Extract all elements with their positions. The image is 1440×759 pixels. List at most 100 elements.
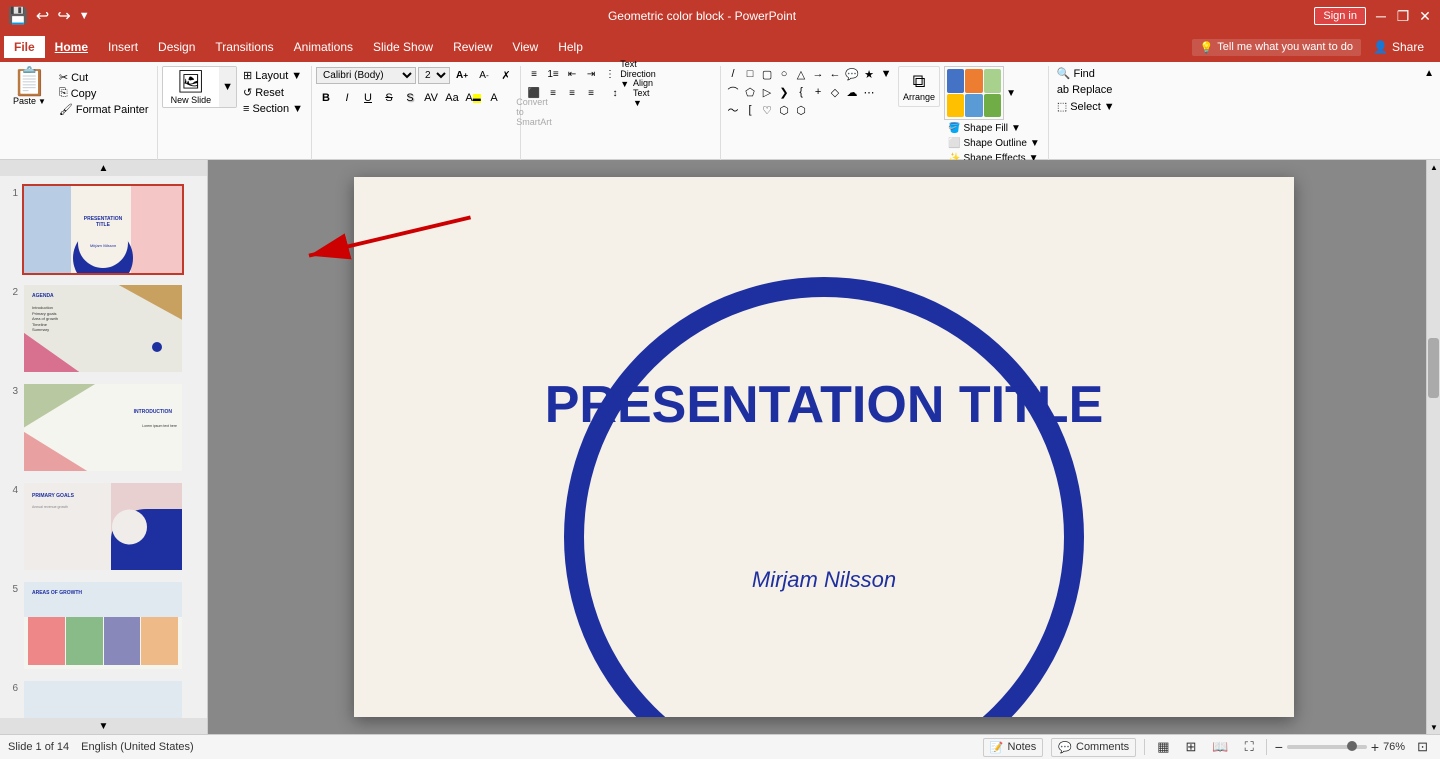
close-button[interactable]: ✕ — [1418, 9, 1432, 23]
shape-rounded-rect[interactable]: ▢ — [759, 66, 775, 82]
shape-brace[interactable]: { — [793, 84, 809, 100]
bold-button[interactable]: B — [316, 89, 336, 107]
change-case-button[interactable]: Aa — [442, 89, 462, 107]
shape-callout[interactable]: 💬 — [844, 66, 860, 82]
section-button[interactable]: ≡ Section ▼ — [239, 102, 307, 116]
format-painter-button[interactable]: 🖌 Format Painter — [55, 102, 153, 117]
cut-button[interactable]: ✂ Cut — [55, 70, 153, 85]
shape-outline-dropdown[interactable]: ▼ — [1030, 138, 1040, 149]
share-button[interactable]: 👤 Share — [1361, 36, 1436, 58]
slide-title[interactable]: PRESENTATION TITLE — [354, 377, 1294, 434]
minimize-button[interactable]: ─ — [1374, 9, 1388, 23]
slide-item[interactable]: 3 INTRODUCTION Lorem ipsum text here — [4, 382, 203, 473]
panel-scroll-down[interactable]: ▼ — [0, 718, 207, 734]
undo-icon[interactable]: ↩ — [36, 6, 49, 26]
text-shadow-button[interactable]: S — [400, 89, 420, 107]
shape-star[interactable]: ★ — [861, 66, 877, 82]
restore-button[interactable]: ❐ — [1396, 9, 1410, 23]
quick-styles-dropdown-icon[interactable]: ▼ — [1006, 88, 1016, 99]
shapes-more[interactable]: ▼ — [878, 66, 894, 82]
new-slide-button[interactable]: 🖼 New Slide ▼ — [162, 66, 237, 108]
fit-slide-button[interactable]: ⊡ — [1413, 738, 1432, 756]
scroll-track-vertical[interactable] — [1427, 174, 1440, 720]
slide-sorter-button[interactable]: ⊞ — [1181, 738, 1200, 756]
panel-scroll-up[interactable]: ▲ — [0, 160, 207, 176]
shape-outline-button[interactable]: ⬜ Shape Outline ▼ — [944, 137, 1044, 150]
find-button[interactable]: 🔍 Find — [1053, 66, 1099, 81]
menu-transitions[interactable]: Transitions — [205, 36, 283, 58]
shape-hexagon[interactable]: ⬡ — [776, 102, 792, 118]
slide-thumbnail[interactable]: PRIMARY GOALS Annual revenue growth — [22, 481, 184, 572]
reset-button[interactable]: ↺ Reset — [239, 85, 307, 100]
slide-subtitle[interactable]: Mirjam Nilsson — [354, 567, 1294, 593]
bullets-button[interactable]: ≡ — [525, 66, 543, 82]
select-button[interactable]: ⬚ Select ▼ — [1053, 99, 1119, 114]
slide-item[interactable]: 5 AREAS OF GROWTH — [4, 580, 203, 671]
customize-quick-access-icon[interactable]: ▼ — [79, 10, 90, 22]
slide-item[interactable]: 2 AGENDA IntroductionPrimary goalsArea o… — [4, 283, 203, 374]
quick-styles-grid[interactable] — [944, 66, 1004, 120]
shape-diamond[interactable]: ◇ — [827, 84, 843, 100]
slide-thumbnail[interactable]: AREAS OF GROWTH — [22, 580, 184, 671]
scroll-down-arrow[interactable]: ▼ — [1427, 720, 1440, 734]
font-name-select[interactable]: Calibri (Body) — [316, 67, 416, 84]
qs-item-6[interactable] — [984, 94, 1001, 118]
shape-fill-dropdown[interactable]: ▼ — [1011, 123, 1021, 134]
shape-fill-button[interactable]: 🪣 Shape Fill ▼ — [944, 122, 1044, 135]
font-size-select[interactable]: 24 — [418, 67, 450, 84]
reading-view-button[interactable]: 📖 — [1208, 738, 1232, 756]
shape-chevron[interactable]: ❯ — [776, 84, 792, 100]
shape-arrow-right[interactable]: → — [810, 66, 826, 82]
shape-heart[interactable]: ♡ — [759, 102, 775, 118]
shape-octagon[interactable]: ⬡ — [793, 102, 809, 118]
slide-thumbnail[interactable]: INTRODUCTION Lorem ipsum text here — [22, 382, 184, 473]
increase-indent-button[interactable]: ⇥ — [582, 66, 600, 82]
new-slide-dropdown[interactable]: ▼ — [219, 67, 236, 107]
menu-slideshow[interactable]: Slide Show — [363, 36, 443, 58]
shape-misc[interactable]: ⋯ — [861, 84, 877, 100]
slide-thumbnail[interactable]: PRESENTATIONTITLE Mirjam Nilsson — [22, 184, 184, 275]
select-dropdown[interactable]: ▼ — [1104, 101, 1115, 113]
shape-rect[interactable]: □ — [742, 66, 758, 82]
slide-panel-scroll[interactable]: 1 PRESENTATIONTITLE Mirjam Nilsson 2 — [0, 176, 207, 718]
arrange-button[interactable]: ⧉ Arrange — [898, 66, 940, 107]
menu-animations[interactable]: Animations — [284, 36, 363, 58]
qs-item-2[interactable] — [965, 69, 982, 93]
menu-search[interactable]: 💡 Tell me what you want to do — [1192, 39, 1361, 56]
increase-font-button[interactable]: A+ — [452, 66, 472, 84]
qs-item-3[interactable] — [984, 69, 1001, 93]
slide-thumbnail[interactable] — [22, 679, 184, 718]
scroll-thumb-vertical[interactable] — [1428, 338, 1439, 398]
menu-view[interactable]: View — [502, 36, 548, 58]
qs-item-1[interactable] — [947, 69, 964, 93]
col-button[interactable]: ⋮ — [601, 66, 619, 82]
shape-curve[interactable]: ⌒ — [725, 84, 741, 100]
shape-right-arrow[interactable]: ▷ — [759, 84, 775, 100]
shape-oval[interactable]: ○ — [776, 66, 792, 82]
slide-thumbnail[interactable]: AGENDA IntroductionPrimary goalsArea of … — [22, 283, 184, 374]
text-highlight-button[interactable]: A▬ — [463, 89, 483, 107]
decrease-font-button[interactable]: A- — [474, 66, 494, 84]
menu-insert[interactable]: Insert — [98, 36, 148, 58]
copy-button[interactable]: ⎘ Copy — [55, 86, 153, 101]
decrease-indent-button[interactable]: ⇤ — [563, 66, 581, 82]
replace-button[interactable]: ab Replace — [1053, 83, 1117, 97]
save-icon[interactable]: 💾 — [8, 6, 28, 26]
align-right-button[interactable]: ≡ — [563, 85, 581, 101]
slide-item[interactable]: 6 — [4, 679, 203, 718]
convert-smartart-button[interactable]: Convert to SmartArt — [525, 104, 543, 120]
canvas-scrollbar-vertical[interactable]: ▲ ▼ — [1426, 160, 1440, 734]
scroll-up-arrow[interactable]: ▲ — [1427, 160, 1440, 174]
menu-file[interactable]: File — [4, 36, 45, 58]
shape-line[interactable]: / — [725, 66, 741, 82]
new-slide-icon-area[interactable]: 🖼 New Slide — [163, 67, 220, 107]
zoom-in-icon[interactable]: + — [1371, 739, 1379, 755]
italic-button[interactable]: I — [337, 89, 357, 107]
character-spacing-button[interactable]: AV — [421, 89, 441, 107]
menu-home[interactable]: Home — [45, 36, 98, 58]
zoom-slider[interactable] — [1287, 745, 1367, 749]
zoom-control[interactable]: − + 76% — [1275, 739, 1405, 755]
slide-item[interactable]: 1 PRESENTATIONTITLE Mirjam Nilsson — [4, 184, 203, 275]
menu-help[interactable]: Help — [548, 36, 593, 58]
numbering-button[interactable]: 1≡ — [544, 66, 562, 82]
